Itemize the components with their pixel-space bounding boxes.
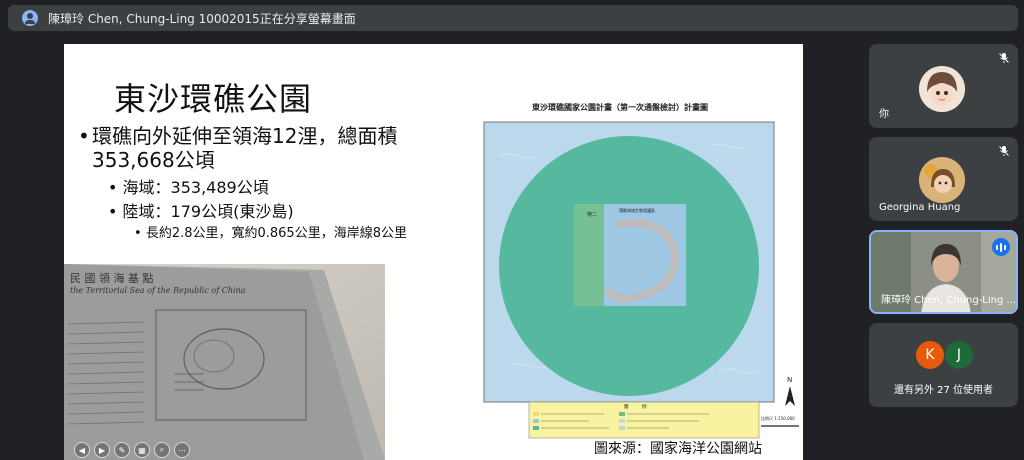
map-scale: 比例尺 1:150,000 <box>761 415 795 421</box>
slide-sub-sub-bullet: • 長約2.8公里，寬約0.865公里，海岸線8公里 <box>134 226 407 241</box>
previous-slide-button[interactable]: ◀ <box>74 442 90 458</box>
slide-bullet-1: • 環礁向外延伸至領海12浬，總面積 353,668公頃 <box>78 124 398 172</box>
slide-sub-bullet-land: • 陸域：179公頃(東沙島) <box>108 202 294 221</box>
presentation-bar: 陳璋玲 Chen, Chung-Ling 10002015正在分享螢幕畫面 <box>8 5 1018 31</box>
speaking-indicator-icon <box>992 238 1010 256</box>
participant-tile-self[interactable]: 你 <box>869 44 1018 128</box>
participant-tile-presenter[interactable]: 陳璋玲 Chen, Chung-Ling ... <box>869 230 1018 314</box>
presentation-label: 陳璋玲 Chen, Chung-Ling 10002015正在分享螢幕畫面 <box>48 11 356 26</box>
map-title: 東沙環礁國家公園計畫（第一次通盤檢討）計畫圖 <box>532 103 708 112</box>
zoom-icon[interactable]: ⌕ <box>154 442 170 458</box>
participant-name: 陳璋玲 Chen, Chung-Ling ... <box>881 295 1017 306</box>
slides-icon[interactable]: ▦ <box>134 442 150 458</box>
shared-screen[interactable]: 東沙環礁公園 • 環礁向外延伸至領海12浬，總面積 353,668公頃 • 海域：… <box>64 44 803 460</box>
mic-off-icon <box>999 146 1009 156</box>
more-participants-tile[interactable]: K J 還有另外 27 位使用者 <box>869 323 1018 407</box>
park-map: 特二 環礁海域生態保護區 圖 例 N 比例尺 1:150,000 <box>483 121 799 439</box>
sign-subheader: the Territorial Sea of the Republic of C… <box>70 286 246 295</box>
participant-initial-j: J <box>945 341 973 369</box>
north-arrow-label: N <box>787 376 792 384</box>
avatar <box>919 157 965 203</box>
participant-initial-k: K <box>916 341 944 369</box>
next-slide-button[interactable]: ▶ <box>94 442 110 458</box>
more-participants-label: 還有另外 27 位使用者 <box>893 385 994 396</box>
presenter-icon <box>22 10 38 26</box>
mic-off-icon <box>999 53 1009 63</box>
map-legend-title: 圖 例 <box>624 403 647 410</box>
participant-name: Georgina Huang <box>879 202 961 213</box>
sign-photo: 民 國 領 海 基 點 the Territorial Sea of the R… <box>64 264 385 460</box>
avatar <box>919 66 965 112</box>
image-source-caption: 圖來源：國家海洋公園網站 <box>594 441 762 457</box>
map-label-area: 環礁海域生態保護區 <box>619 207 655 213</box>
participant-tile-georgina[interactable]: Georgina Huang <box>869 137 1018 221</box>
participant-name: 你 <box>879 109 889 120</box>
north-arrow-icon <box>785 386 795 406</box>
map-label-zone: 特二 <box>587 211 597 218</box>
more-options-icon[interactable]: ⋯ <box>174 442 190 458</box>
slide-sub-bullet-sea: • 海域：353,489公頃 <box>108 178 269 197</box>
pen-icon[interactable]: ✎ <box>114 442 130 458</box>
sign-header: 民 國 領 海 基 點 <box>70 272 154 285</box>
slide-title: 東沙環礁公園 <box>114 80 313 118</box>
slide-controls: ◀ ▶ ✎ ▦ ⌕ ⋯ <box>74 442 190 458</box>
